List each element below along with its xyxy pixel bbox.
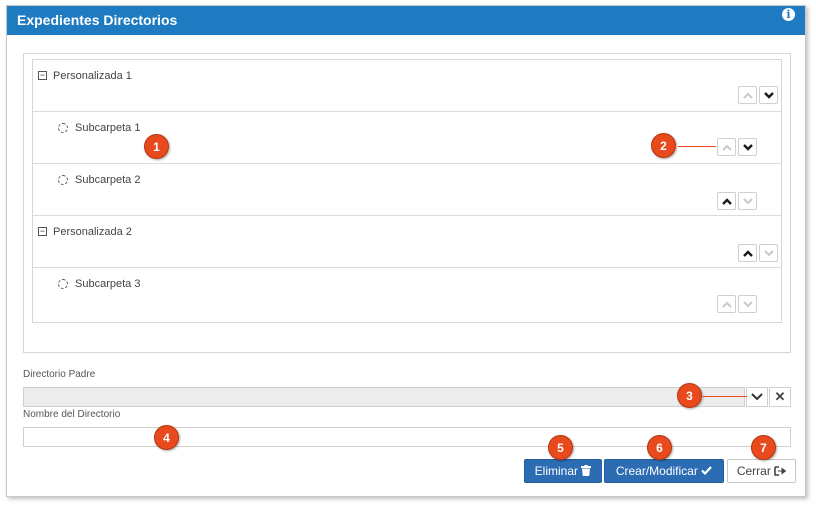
callout-badge-3: 3	[677, 383, 702, 408]
chevron-down-icon	[742, 300, 753, 307]
tree-node-subcarpeta-2[interactable]: Subcarpeta 2	[33, 164, 781, 216]
close-button[interactable]: Cerrar	[727, 459, 796, 483]
tree-node-personalizada-1[interactable]: − Personalizada 1	[33, 60, 781, 112]
collapse-icon[interactable]: −	[38, 227, 47, 236]
callout-badge-2: 2	[651, 133, 676, 158]
move-up-button[interactable]	[717, 295, 736, 313]
move-up-button[interactable]	[738, 86, 757, 104]
delete-button[interactable]: Eliminar	[524, 459, 602, 483]
info-icon[interactable]: i	[782, 8, 795, 21]
chevron-up-icon	[742, 249, 753, 257]
chevron-up-icon	[721, 144, 732, 151]
dropdown-toggle-button[interactable]	[746, 387, 768, 407]
check-icon	[701, 466, 712, 476]
collapse-icon[interactable]: −	[38, 71, 47, 80]
create-modify-button[interactable]: Crear/Modificar	[604, 459, 724, 483]
parent-directory-label: Directorio Padre	[23, 369, 96, 380]
callout-badge-4: 4	[154, 425, 179, 450]
callout-leader-line	[678, 146, 716, 147]
sign-out-icon	[774, 466, 787, 476]
chevron-down-icon	[742, 143, 753, 151]
close-button-label: Cerrar	[736, 464, 771, 478]
move-down-button[interactable]	[738, 295, 757, 313]
directory-name-input[interactable]	[23, 427, 791, 447]
chevron-down-icon	[763, 91, 774, 99]
tree-node-label: Subcarpeta 1	[75, 122, 141, 134]
move-up-button[interactable]	[738, 244, 757, 262]
callout-badge-6: 6	[647, 435, 672, 460]
move-down-button[interactable]	[738, 192, 757, 210]
clear-selection-button[interactable]: ✕	[769, 387, 791, 407]
move-down-button[interactable]	[738, 138, 757, 156]
create-modify-label: Crear/Modificar	[615, 464, 698, 478]
loading-circle-icon	[58, 279, 68, 289]
directory-tree: − Personalizada 1 Subcarpeta 1 Subcarpet…	[32, 59, 782, 323]
dialog-title: Expedientes Directorios	[17, 12, 178, 28]
tree-node-label: Personalizada 2	[53, 226, 132, 238]
directory-name-label: Nombre del Directorio	[23, 409, 121, 420]
trash-icon	[581, 465, 592, 476]
tree-node-label: Subcarpeta 2	[75, 174, 141, 186]
dialog-titlebar: Expedientes Directorios i	[7, 6, 805, 35]
move-down-button[interactable]	[759, 244, 778, 262]
tree-node-label: Personalizada 1	[53, 70, 132, 82]
chevron-up-icon	[721, 197, 732, 205]
callout-badge-5: 5	[548, 435, 573, 460]
move-down-button[interactable]	[759, 86, 778, 104]
callout-badge-7: 7	[751, 435, 776, 460]
tree-panel: − Personalizada 1 Subcarpeta 1 Subcarpet…	[23, 53, 791, 353]
tree-node-subcarpeta-3[interactable]: Subcarpeta 3	[33, 268, 781, 320]
callout-leader-line	[703, 396, 747, 397]
loading-circle-icon	[58, 175, 68, 185]
callout-badge-1: 1	[144, 134, 169, 159]
close-icon: ✕	[774, 389, 786, 404]
chevron-up-icon	[742, 92, 753, 99]
chevron-down-icon	[763, 249, 774, 256]
chevron-down-icon	[751, 393, 763, 401]
parent-directory-select[interactable]	[23, 387, 745, 407]
move-up-button[interactable]	[717, 192, 736, 210]
chevron-up-icon	[721, 301, 732, 308]
chevron-down-icon	[742, 197, 753, 204]
tree-node-label: Subcarpeta 3	[75, 278, 141, 290]
tree-node-personalizada-2[interactable]: − Personalizada 2	[33, 216, 781, 268]
dialog-window: Expedientes Directorios i − Personalizad…	[6, 5, 806, 497]
delete-button-label: Eliminar	[534, 464, 578, 478]
move-up-button[interactable]	[717, 138, 736, 156]
loading-circle-icon	[58, 123, 68, 133]
